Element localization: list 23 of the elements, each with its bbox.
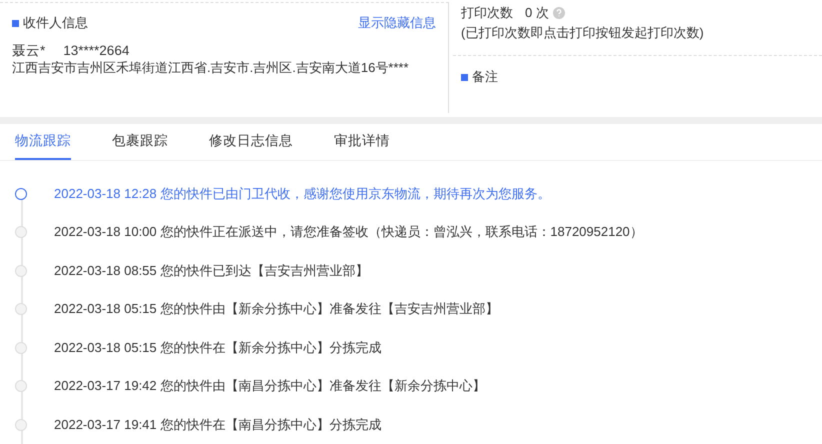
recipient-phone: 13****2664 [63,43,130,58]
bullet-icon [12,20,19,26]
timeline-entry: 2022-03-17 19:42 您的快件由【南昌分拣中心】准备发往【新余分拣中心】 [54,377,486,396]
timeline-entry: 2022-03-17 19:41 您的快件在【南昌分拣中心】分拣完成 [54,416,382,434]
print-count-value: 0 次 [525,4,549,22]
tab[interactable]: 物流跟踪 [15,132,71,160]
print-count-label: 打印次数 [461,4,513,22]
bullet-icon [461,74,468,80]
recipient-address: 江西吉安市吉州区禾埠街道江西省.吉安市.吉州区.吉安南大道16号**** [12,60,410,76]
timeline-entry: 2022-03-18 08:55 您的快件已到达【吉安吉州营业部】 [54,262,368,280]
timeline-entry: 2022-03-18 05:15 您的快件由【新余分拣中心】准备发往【吉安吉州营业部】 [54,300,498,318]
timeline-entry: 2022-03-18 05:15 您的快件在【新余分拣中心】分拣完成 [54,338,382,357]
tab[interactable]: 修改日志信息 [209,132,293,160]
section-title: 备注 [472,68,498,86]
tab[interactable]: 包裹跟踪 [112,132,168,160]
section-title: 收件人信息 [23,14,88,32]
show-hidden-info-link[interactable]: 显示隐藏信息 [358,14,436,32]
help-icon[interactable] [552,7,565,19]
print-count-note: (已打印次数即点击打印按钮发起打印次数) [461,24,705,42]
timeline-entry: 2022-03-18 10:00 您的快件正在派送中，请您准备签收（快递员：曾泓兴，联系电话：18720952120） [54,223,643,242]
tab[interactable]: 审批详情 [334,132,390,160]
timeline-entry: 2022-03-18 12:28 您的快件已由门卫代收，感谢您使用京东物流，期待再次为您服务。 [54,184,550,203]
recipient-name: 聂云* [12,43,46,58]
